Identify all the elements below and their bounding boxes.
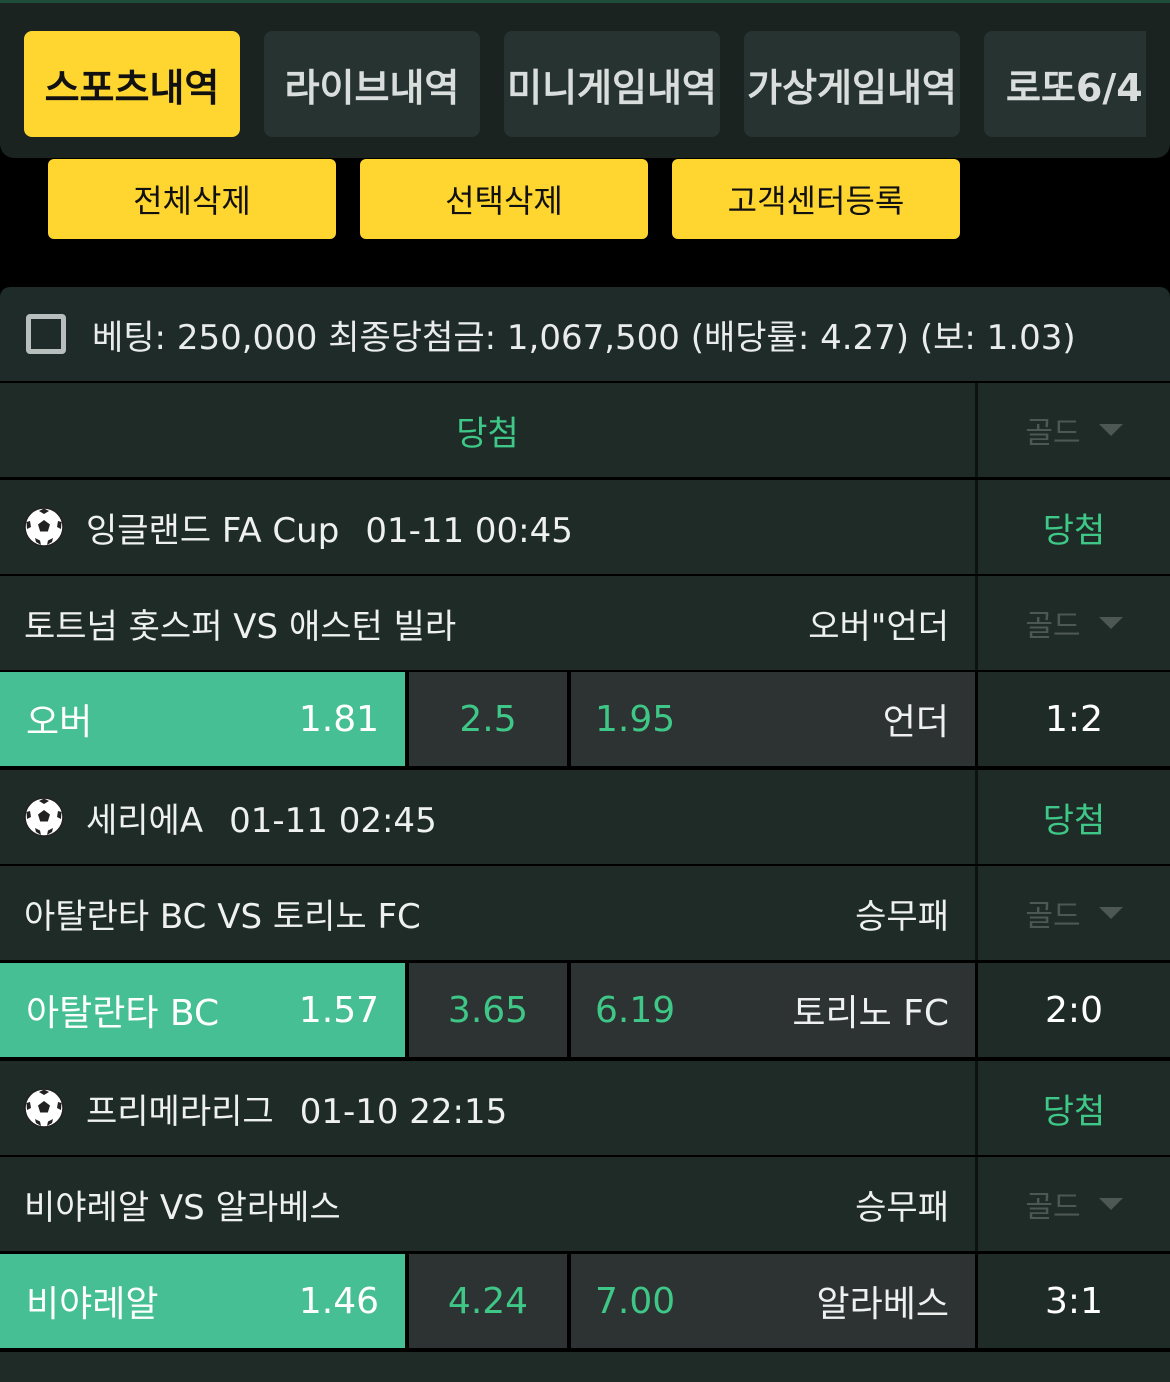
league-name: 프리메라리그 bbox=[86, 1091, 274, 1132]
bet-result-status: 당첨 bbox=[456, 413, 519, 454]
customer-center-button[interactable]: 고객센터등록 bbox=[672, 159, 960, 239]
match-teams: 아탈란타 BC VS 토리노 FC bbox=[24, 896, 421, 937]
gold-label: 골드 bbox=[1025, 899, 1081, 934]
game-league-row: 프리메라리그 01-10 22:15 당첨 bbox=[0, 1061, 1170, 1155]
away-label: 토리노 FC bbox=[792, 993, 949, 1034]
draw-odds[interactable]: 3.65 bbox=[409, 963, 567, 1057]
gold-dropdown[interactable]: 골드 bbox=[978, 576, 1170, 670]
away-odds-cell[interactable]: 6.19 토리노 FC bbox=[571, 963, 975, 1057]
match-time: 01-10 22:15 bbox=[299, 1091, 508, 1132]
gold-label: 골드 bbox=[1025, 416, 1081, 451]
bet-type: 승무패 bbox=[855, 896, 949, 937]
odds-row: 비야레알 1.46 4.24 7.00 알라베스 3:1 bbox=[0, 1254, 1170, 1348]
game-league-row: 세리에A 01-11 02:45 당첨 bbox=[0, 770, 1170, 864]
soccer-ball-icon bbox=[24, 507, 64, 547]
bet-type: 오버"언더 bbox=[808, 606, 949, 647]
chevron-down-icon bbox=[1098, 617, 1123, 629]
category-tab-bar: 스포츠내역 라이브내역 미니게임내역 가상게임내역 로또6/4 bbox=[0, 0, 1170, 158]
odds-row: 아탈란타 BC 1.57 3.65 6.19 토리노 FC 2:0 bbox=[0, 963, 1170, 1057]
delete-selected-button[interactable]: 선택삭제 bbox=[360, 159, 648, 239]
home-odds-selected[interactable]: 아탈란타 BC 1.57 bbox=[0, 963, 405, 1057]
match-teams: 비야레알 VS 알라베스 bbox=[24, 1187, 341, 1228]
away-odds: 6.19 bbox=[595, 989, 676, 1031]
chevron-down-icon bbox=[1098, 907, 1123, 919]
gold-dropdown[interactable]: 골드 bbox=[978, 383, 1170, 477]
match-time: 01-11 02:45 bbox=[229, 800, 437, 841]
gold-dropdown[interactable]: 골드 bbox=[978, 1157, 1170, 1251]
match-score: 2:0 bbox=[978, 963, 1170, 1057]
league-name: 세리에A bbox=[86, 800, 204, 841]
league-info: 잉글랜드 FA Cup 01-11 00:45 bbox=[86, 503, 573, 552]
home-label: 비야레알 bbox=[26, 1284, 159, 1325]
tab-sports-history[interactable]: 스포츠내역 bbox=[24, 31, 240, 137]
home-odds: 1.57 bbox=[298, 989, 379, 1031]
game-teams-row: 비야레알 VS 알라베스 승무패 골드 bbox=[0, 1157, 1170, 1251]
league-name: 잉글랜드 FA Cup bbox=[86, 510, 340, 551]
match-teams: 토트넘 홋스퍼 VS 애스턴 빌라 bbox=[24, 606, 457, 647]
game-status: 당첨 bbox=[1042, 800, 1106, 841]
away-label: 알라베스 bbox=[816, 1284, 949, 1325]
gold-dropdown[interactable]: 골드 bbox=[978, 866, 1170, 960]
home-odds-selected[interactable]: 비야레알 1.46 bbox=[0, 1254, 405, 1348]
tab-live-history[interactable]: 라이브내역 bbox=[264, 31, 480, 137]
away-odds: 7.00 bbox=[595, 1280, 676, 1322]
bet-result-row: 당첨 골드 bbox=[0, 383, 1170, 477]
bet-summary-header: 베팅: 250,000 최종당첨금: 1,067,500 (배당률: 4.27)… bbox=[0, 287, 1170, 381]
home-odds: 1.81 bbox=[298, 698, 379, 740]
tab-minigame-history[interactable]: 미니게임내역 bbox=[504, 31, 720, 137]
chevron-down-icon bbox=[1098, 1198, 1123, 1210]
match-time: 01-11 00:45 bbox=[365, 510, 573, 551]
game-status: 당첨 bbox=[1042, 1091, 1106, 1132]
match-score: 1:2 bbox=[978, 672, 1170, 766]
gold-label: 골드 bbox=[1025, 1190, 1081, 1225]
gold-label: 골드 bbox=[1025, 609, 1081, 644]
league-info: 세리에A 01-11 02:45 bbox=[86, 793, 437, 842]
away-odds-cell[interactable]: 7.00 알라베스 bbox=[571, 1254, 975, 1348]
game-league-row: 잉글랜드 FA Cup 01-11 00:45 당첨 bbox=[0, 480, 1170, 574]
home-label: 아탈란타 BC bbox=[26, 993, 220, 1034]
next-bet-card-edge bbox=[0, 1352, 1170, 1382]
tab-lotto[interactable]: 로또6/4 bbox=[984, 31, 1146, 137]
home-odds-selected[interactable]: 오버 1.81 bbox=[0, 672, 405, 766]
match-score: 3:1 bbox=[978, 1254, 1170, 1348]
game-status: 당첨 bbox=[1042, 510, 1106, 551]
home-label: 오버 bbox=[26, 702, 93, 743]
league-info: 프리메라리그 01-10 22:15 bbox=[86, 1084, 507, 1133]
chevron-down-icon bbox=[1098, 424, 1123, 436]
odds-row: 오버 1.81 2.5 1.95 언더 1:2 bbox=[0, 672, 1170, 766]
game-teams-row: 토트넘 홋스퍼 VS 애스턴 빌라 오버"언더 골드 bbox=[0, 576, 1170, 670]
soccer-ball-icon bbox=[24, 1088, 64, 1128]
tab-virtual-game-history[interactable]: 가상게임내역 bbox=[744, 31, 960, 137]
bet-summary-text: 베팅: 250,000 최종당첨금: 1,067,500 (배당률: 4.27)… bbox=[92, 317, 1076, 358]
bet-select-checkbox[interactable] bbox=[26, 314, 66, 354]
soccer-ball-icon bbox=[24, 797, 64, 837]
bet-type: 승무패 bbox=[855, 1187, 949, 1228]
draw-odds[interactable]: 4.24 bbox=[409, 1254, 567, 1348]
delete-all-button[interactable]: 전체삭제 bbox=[48, 159, 336, 239]
game-teams-row: 아탈란타 BC VS 토리노 FC 승무패 골드 bbox=[0, 866, 1170, 960]
away-odds: 1.95 bbox=[595, 698, 676, 740]
home-odds: 1.46 bbox=[298, 1280, 379, 1322]
away-label: 언더 bbox=[882, 702, 949, 743]
away-odds-cell[interactable]: 1.95 언더 bbox=[571, 672, 975, 766]
draw-odds[interactable]: 2.5 bbox=[409, 672, 567, 766]
